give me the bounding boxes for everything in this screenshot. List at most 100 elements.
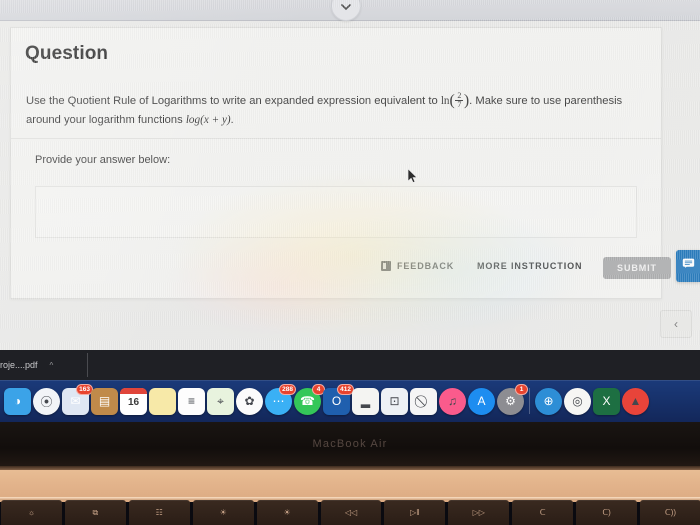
photo-of-laptop-screen: Question Use the Quotient Rule of Logari… — [0, 0, 700, 525]
dock-item-system-preferences[interactable]: ⚙ 1 — [497, 383, 528, 415]
dock-separator — [529, 388, 530, 414]
question-prompt: Use the Quotient Rule of Logarithms to w… — [26, 90, 648, 130]
outlook-icon: O — [331, 394, 342, 408]
fn-key-brightness-down[interactable]: ☼ — [1, 500, 62, 525]
safari-icon: ⦿ — [40, 394, 53, 409]
download-file-name: roje....pdf — [0, 360, 38, 370]
dock-item-contacts[interactable]: ▤ — [91, 387, 118, 415]
chat-bubble-icon — [682, 257, 695, 275]
play-pause-icon: ▷‖ — [410, 508, 420, 517]
launchpad-icon: ☷ — [155, 508, 163, 517]
dock-item-numbers[interactable]: ▂ — [352, 387, 379, 415]
dock-item-notes[interactable] — [149, 387, 176, 415]
chevron-left-icon: ‹ — [674, 317, 678, 331]
calendar-header — [120, 387, 147, 394]
dock-item-finder[interactable]: ◑ — [4, 387, 31, 415]
music-note-icon: ♫ — [448, 394, 457, 408]
mute-icon: ᑕ — [539, 508, 546, 517]
globe-icon: ⊕ — [543, 394, 554, 408]
fn-key-launchpad[interactable]: ☷ — [128, 500, 190, 525]
dock-items-container: ◑ ⦿ ✉163 ▤ 16 ≡ ⌖ ✿ ⋯288☎4O412 ▂ ⊡⃠ ♫ A ⚙1 ⊕ ◎ X ▲ — [4, 383, 700, 415]
dock-item-maps[interactable]: ⌖ — [207, 387, 234, 415]
sun-small-icon: ☼ — [27, 508, 36, 517]
laptop-model-name: MacBook Air — [312, 438, 388, 450]
volume-up-icon: ᑕ)) — [664, 508, 677, 517]
mail-icon: ✉ — [70, 394, 81, 408]
question-card: Question Use the Quotient Rule of Logari… — [10, 27, 671, 299]
fn-key-mission-control[interactable]: ⧉ — [64, 500, 126, 525]
volume-down-icon: ᑕ) — [602, 508, 611, 517]
submit-button[interactable]: SUBMIT — [603, 257, 671, 279]
gear-icon: ⚙ — [505, 394, 516, 408]
download-item[interactable]: roje....pdf ^ — [0, 355, 80, 375]
dock-item-photos[interactable]: ✿ — [236, 387, 263, 415]
download-bar: roje....pdf ^ — [0, 350, 700, 380]
numbers-icon: ▂ — [360, 394, 371, 408]
feedback-label: FEEDBACK — [397, 261, 455, 271]
dock-item-chrome[interactable]: ◎ — [564, 387, 591, 415]
math-ln: ln(2 7) — [440, 90, 470, 110]
fn-key-mute[interactable]: ᑕ — [512, 500, 574, 525]
browser-screen: Question Use the Quotient Rule of Logari… — [0, 0, 700, 350]
back-button[interactable]: ‹ — [660, 310, 692, 338]
provide-answer-label: Provide your answer below: — [35, 154, 171, 166]
fn-key-keyboard-brightness-down[interactable]: ☀ — [192, 500, 254, 525]
fraction-denominator: 7 — [455, 100, 464, 110]
card-divider — [11, 138, 661, 139]
dock-item-google-earth[interactable]: ⊕ — [535, 387, 562, 415]
fn-key-volume-down[interactable]: ᑕ) — [576, 500, 638, 525]
dock-item-app-store[interactable]: A — [468, 387, 495, 415]
fraction-numerator: 2 — [457, 90, 462, 100]
dock-item-outlook[interactable]: O 412 — [323, 383, 354, 415]
photos-icon: ✿ — [244, 394, 255, 408]
dock-item-messages[interactable]: ⋯ 288 — [265, 383, 296, 415]
feedback-button[interactable]: FEEDBACK — [381, 261, 454, 271]
excel-icon: X — [602, 394, 611, 408]
dock-item-keynote[interactable]: ⊡ — [381, 387, 408, 415]
mission-control-icon: ⧉ — [92, 507, 99, 517]
flag-icon — [381, 261, 391, 271]
dock-item-excel[interactable]: X — [593, 387, 620, 415]
fn-key-rewind[interactable]: ◁◁ — [320, 500, 382, 525]
dock-item-facetime[interactable]: ☎ 4 — [294, 383, 325, 415]
dock-item-calendar[interactable]: 16 — [120, 387, 147, 415]
finder-icon: ◑ — [13, 394, 22, 408]
calendar-date: 16 — [127, 396, 140, 408]
dock-badge: 1 — [515, 383, 528, 395]
chat-feedback-button[interactable] — [676, 250, 700, 282]
keyboard-function-row: ☼ ⧉ ☷ ☀ ☀ ◁◁ ▷‖ ▷▷ ᑕ ᑕ) ᑕ)) — [0, 500, 700, 525]
fn-key-keyboard-brightness-up[interactable]: ☀ — [256, 500, 318, 525]
vlc-cone-icon: ▲ — [629, 394, 642, 408]
fn-key-fast-forward[interactable]: ▷▷ — [448, 500, 510, 525]
dock-badge: 288 — [279, 383, 296, 395]
dock-item-reminders[interactable]: ≡ — [178, 387, 205, 415]
page-title: Question — [25, 43, 109, 64]
fn-key-volume-up[interactable]: ᑕ)) — [640, 500, 700, 525]
facetime-icon: ☎ — [300, 394, 315, 408]
mouse-cursor — [407, 167, 418, 189]
keynote-icon: ⊡ — [389, 394, 400, 408]
dock-item-vlc[interactable]: ▲ — [622, 387, 649, 415]
dock-item-safari[interactable]: ⦿ — [33, 387, 60, 415]
chevron-up-icon[interactable]: ^ — [50, 361, 54, 370]
reminders-icon: ≡ — [187, 394, 195, 408]
math-log: log(x + y) — [185, 114, 231, 126]
dock-item-adblock[interactable]: ⃠ — [410, 387, 437, 415]
fast-forward-icon: ▷▷ — [472, 508, 485, 517]
dock-item-itunes[interactable]: ♫ — [439, 387, 466, 415]
more-instruction-button[interactable]: MORE INSTRUCTION — [477, 261, 582, 271]
fn-key-play-pause[interactable]: ▷‖ — [384, 500, 446, 525]
answer-input[interactable] — [35, 186, 637, 238]
chevron-down-icon — [341, 2, 351, 20]
macos-dock: ◑ ⦿ ✉163 ▤ 16 ≡ ⌖ ✿ ⋯288☎4O412 ▂ ⊡⃠ ♫ A ⚙1 ⊕ ◎ X ▲ — [0, 380, 700, 422]
rewind-icon: ◁◁ — [344, 508, 358, 517]
prompt-text-part-3: . — [230, 114, 234, 126]
chrome-icon: ◎ — [572, 394, 583, 408]
prompt-text-part-1: Use the Quotient Rule of Logarithms to w… — [26, 95, 438, 107]
maps-icon: ⌖ — [217, 393, 224, 408]
keyboard-bright-icon: ☀ — [283, 508, 291, 517]
contacts-icon: ▤ — [98, 394, 111, 408]
messages-icon: ⋯ — [272, 394, 285, 408]
action-bar: FEEDBACK MORE INSTRUCTION SUBMIT — [381, 257, 671, 284]
dock-item-mail[interactable]: ✉ 163 — [62, 383, 93, 415]
